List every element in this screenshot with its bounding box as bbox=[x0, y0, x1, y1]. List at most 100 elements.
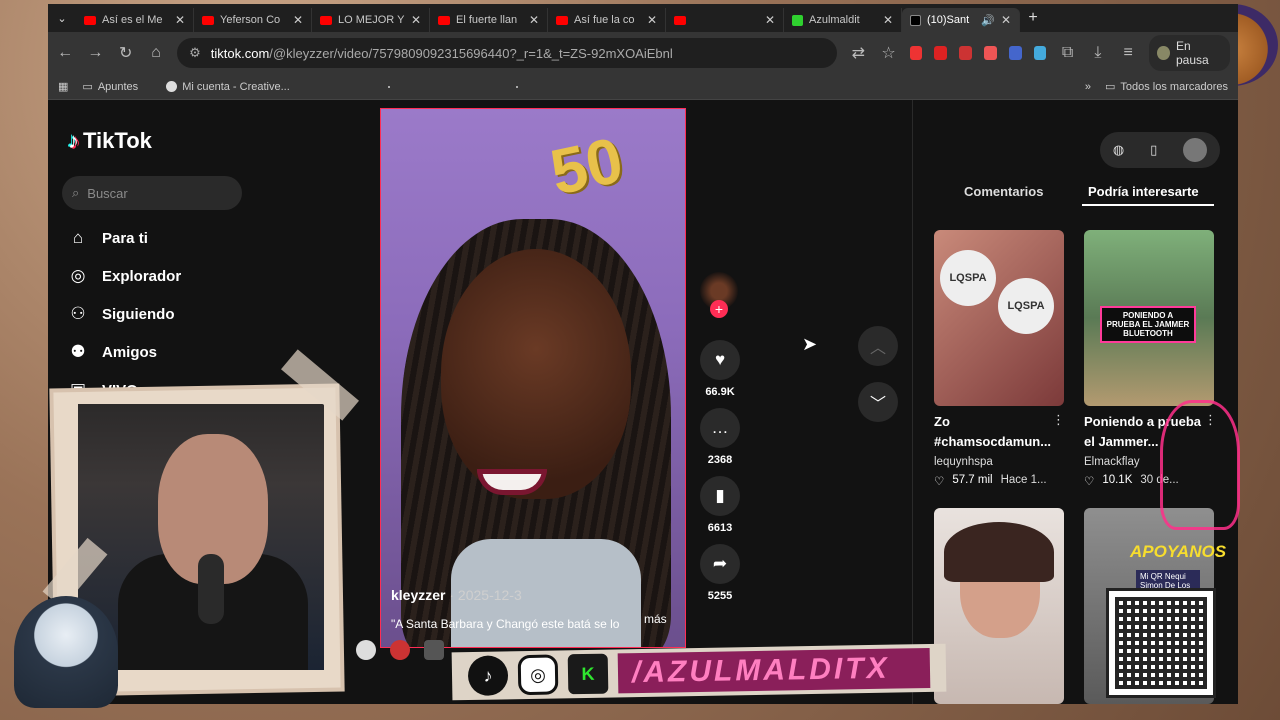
youtube-icon bbox=[674, 15, 686, 25]
following-icon: ⚇ bbox=[70, 304, 86, 323]
bookmark-icon[interactable] bbox=[387, 85, 390, 88]
comment-button[interactable]: … 2368 bbox=[698, 408, 742, 466]
reload-icon[interactable]: ↻ bbox=[117, 43, 135, 63]
compass-icon[interactable]: ◍ bbox=[1113, 142, 1124, 158]
qr-pattern bbox=[1115, 597, 1207, 689]
suggested-video-thumbnail[interactable] bbox=[934, 508, 1064, 704]
video-player[interactable]: 50 kleyzzer · 2025-12-3 "A Santa Barbara… bbox=[380, 108, 686, 648]
youtube-icon bbox=[438, 15, 450, 25]
close-tab-icon[interactable]: ✕ bbox=[293, 13, 303, 27]
site-info-icon[interactable]: ⚙ bbox=[189, 45, 201, 61]
browser-tab[interactable]: Así es el Me ✕ bbox=[76, 8, 194, 32]
nav-item-explorador[interactable]: ◎ Explorador bbox=[68, 266, 182, 286]
app-icon[interactable] bbox=[424, 640, 444, 660]
follow-plus-icon[interactable]: + bbox=[710, 300, 728, 318]
kick-icon: K bbox=[567, 653, 609, 695]
suggested-video-thumbnail[interactable]: PONIENDO A PRUEBA EL JAMMER BLUETOOTH bbox=[1084, 230, 1214, 406]
thumb-sticker: LQSPA bbox=[998, 278, 1054, 334]
star-bookmark-icon[interactable]: ☆ bbox=[879, 43, 897, 63]
nav-item-amigos[interactable]: ⚉ Amigos bbox=[68, 342, 157, 362]
browser-tab[interactable]: Azulmaldit ✕ bbox=[784, 8, 902, 32]
tab-comentarios[interactable]: Comentarios bbox=[964, 184, 1043, 199]
close-tab-icon[interactable]: ✕ bbox=[647, 13, 657, 27]
home-icon: ⌂ bbox=[72, 228, 84, 247]
suggested-video-title[interactable]: Zo #chamsocdamun... bbox=[934, 412, 1064, 452]
forward-arrow-icon[interactable]: → bbox=[86, 44, 104, 62]
speaker-icon[interactable]: 🔊 bbox=[981, 14, 995, 27]
top-right-controls: ◍ ▯ bbox=[1100, 132, 1220, 168]
share-button[interactable]: ➦ 5255 bbox=[698, 544, 742, 602]
apps-grid-icon[interactable]: ▦ bbox=[58, 80, 68, 93]
search-input[interactable]: ⌕ Buscar bbox=[62, 176, 242, 210]
close-tab-icon[interactable]: ✕ bbox=[883, 13, 893, 27]
close-tab-icon[interactable]: ✕ bbox=[175, 13, 185, 27]
streamer-webcam bbox=[78, 404, 324, 670]
toolbar: ← → ↻ ⌂ ⚙ tiktok.com/@kleyzzer/video/757… bbox=[48, 32, 1238, 74]
nav-item-siguiendo[interactable]: ⚇ Siguiendo bbox=[68, 304, 174, 324]
phone-icon[interactable]: ▯ bbox=[1150, 142, 1157, 158]
translate-icon[interactable]: ⇄ bbox=[849, 43, 867, 63]
back-arrow-icon[interactable]: ← bbox=[56, 44, 74, 62]
app-icon[interactable] bbox=[390, 640, 410, 660]
birthday-balloon: 50 bbox=[544, 123, 629, 209]
download-icon[interactable]: ⤓ bbox=[1089, 44, 1107, 62]
profile-button[interactable]: En pausa bbox=[1149, 35, 1230, 71]
media-control-icon[interactable]: ≡ bbox=[1119, 44, 1137, 62]
search-icon: ⌕ bbox=[72, 185, 80, 200]
bookmark-folder[interactable]: ▭ Apuntes bbox=[82, 80, 138, 94]
video-frame-face bbox=[441, 249, 631, 499]
heart-icon: ♡ bbox=[1084, 476, 1095, 488]
avatar[interactable] bbox=[1183, 138, 1208, 162]
compass-icon: ◎ bbox=[70, 266, 86, 285]
tab-podria-interesarte[interactable]: Podría interesarte bbox=[1088, 184, 1199, 199]
social-banner: ♪ ◎ K /AZULMALDITX bbox=[451, 643, 947, 701]
folder-icon: ▭ bbox=[1104, 81, 1116, 93]
tiktok-logo[interactable]: ♪ TikTok bbox=[68, 128, 152, 154]
chevron-up-icon: ︿ bbox=[869, 340, 886, 357]
new-tab-button[interactable]: + bbox=[1020, 9, 1046, 27]
youtube-icon bbox=[84, 15, 96, 25]
all-bookmarks-folder[interactable]: ▭ Todos los marcadores bbox=[1104, 80, 1228, 94]
close-tab-icon[interactable]: ✕ bbox=[1001, 13, 1011, 27]
more-bookmarks-chevron-icon[interactable]: » bbox=[1085, 81, 1091, 93]
extension-icon[interactable] bbox=[1033, 46, 1047, 60]
close-tab-icon[interactable]: ✕ bbox=[411, 13, 421, 27]
close-tab-icon[interactable]: ✕ bbox=[529, 13, 539, 27]
browser-tab[interactable]: LO MEJOR Y ✕ bbox=[312, 8, 430, 32]
save-button[interactable]: ▮ 6613 bbox=[698, 476, 742, 534]
extension-icon[interactable] bbox=[909, 46, 923, 60]
taskbar-strip bbox=[356, 636, 456, 664]
adblock-icon[interactable] bbox=[959, 46, 973, 60]
youtube-icon bbox=[320, 15, 332, 25]
suggested-video-meta: lequynhspa bbox=[934, 456, 993, 468]
more-options-icon[interactable]: ⋮ bbox=[1052, 412, 1065, 428]
like-button[interactable]: ♥ 66.9K bbox=[698, 340, 742, 398]
suggested-video-thumbnail[interactable]: LQSPA LQSPA bbox=[934, 230, 1064, 406]
folder-icon: ▭ bbox=[82, 81, 93, 93]
browser-tab[interactable]: El fuerte llan ✕ bbox=[430, 8, 548, 32]
browser-tab-active[interactable]: (10)Sant 🔊 ✕ bbox=[902, 8, 1020, 32]
home-icon[interactable]: ⌂ bbox=[147, 44, 165, 62]
address-bar[interactable]: ⚙ tiktok.com/@kleyzzer/video/75798090923… bbox=[177, 38, 838, 68]
next-video-button[interactable]: ﹀ bbox=[858, 382, 898, 422]
obs-icon[interactable] bbox=[356, 640, 376, 660]
skull-mascot-decoration bbox=[14, 596, 118, 708]
kick-icon bbox=[792, 14, 803, 26]
extension-icon[interactable] bbox=[984, 46, 997, 60]
donation-qr-code bbox=[1106, 588, 1216, 698]
bookmark-link[interactable]: Mi cuenta - Creative... bbox=[166, 81, 290, 93]
video-author[interactable]: kleyzzer · 2025-12-3 bbox=[391, 587, 522, 603]
browser-tab[interactable]: Así fue la co ✕ bbox=[548, 8, 666, 32]
instagram-icon: ◎ bbox=[517, 654, 559, 696]
close-tab-icon[interactable]: ✕ bbox=[765, 13, 775, 27]
extensions-puzzle-icon[interactable]: ⧉ bbox=[1058, 44, 1076, 62]
extension-icon[interactable] bbox=[1008, 46, 1022, 60]
heart-icon: ♡ bbox=[934, 476, 945, 488]
browser-tab[interactable]: ✕ bbox=[666, 8, 784, 32]
browser-tab[interactable]: Yeferson Co ✕ bbox=[194, 8, 312, 32]
previous-video-button[interactable]: ︿ bbox=[858, 326, 898, 366]
bookmark-icon[interactable] bbox=[515, 85, 518, 88]
nav-item-para-ti[interactable]: ⌂ Para ti bbox=[68, 228, 148, 248]
tab-search-chevron-icon[interactable]: ⌄ bbox=[48, 12, 76, 25]
extension-icon[interactable] bbox=[934, 46, 948, 60]
